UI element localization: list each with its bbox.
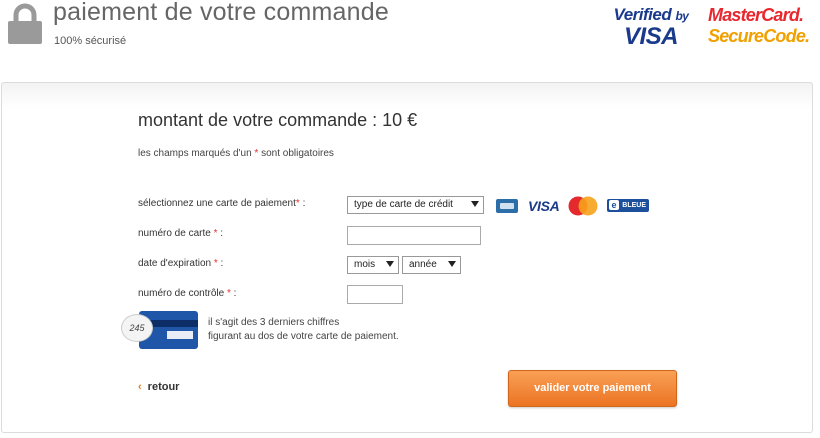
chevron-left-icon: ‹	[138, 381, 142, 393]
chevron-down-icon	[471, 201, 479, 207]
mastercard-securecode-logo: MasterCard. SecureCode.	[708, 5, 810, 46]
card-type-label: sélectionnez une carte de paiement* :	[138, 198, 306, 209]
card-type-select[interactable]: type de carte de crédit	[347, 196, 484, 214]
expiry-year-select[interactable]: année	[402, 256, 461, 274]
security-subtitle: 100% sécurisé	[54, 35, 127, 47]
e-bleue-icon: e BLEUE	[607, 199, 649, 212]
card-number-input[interactable]	[347, 226, 481, 245]
expiry-month-select[interactable]: mois	[347, 256, 399, 274]
visa-icon: VISA	[528, 198, 560, 214]
submit-payment-button[interactable]: valider votre paiement	[508, 370, 677, 407]
card-number-label: numéro de carte * :	[138, 228, 224, 239]
expiry-label: date d'expiration * :	[138, 258, 224, 269]
back-link[interactable]: ‹ retour	[138, 381, 179, 393]
verified-by-visa-logo: Verified by VISA	[613, 5, 689, 50]
lock-icon	[8, 3, 42, 44]
cvv-label: numéro de contrôle * :	[138, 288, 237, 299]
chevron-down-icon	[448, 261, 456, 267]
mastercard-icon	[568, 196, 598, 216]
cvv-example-badge: 245	[121, 314, 153, 342]
cvv-help-text: il s'agit des 3 derniers chiffres figura…	[208, 317, 399, 342]
page-title: paiement de votre commande	[53, 0, 389, 26]
cvv-input[interactable]	[347, 285, 403, 304]
required-fields-note: les champs marqués d'un * sont obligatoi…	[138, 148, 334, 159]
cb-icon	[496, 199, 518, 213]
chevron-down-icon	[386, 261, 394, 267]
order-amount: montant de votre commande : 10 €	[138, 110, 418, 130]
